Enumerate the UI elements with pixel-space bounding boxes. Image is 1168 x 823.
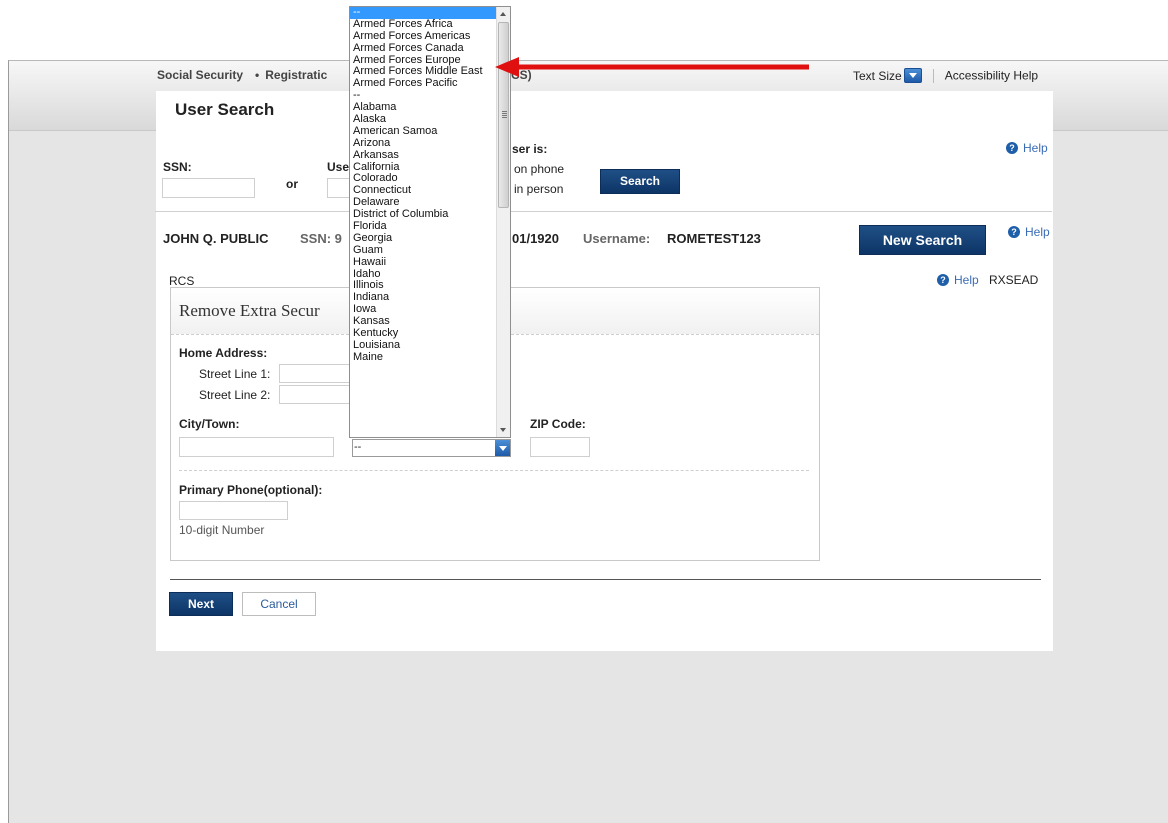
city-input[interactable]: [179, 437, 334, 457]
primary-phone-label: Primary Phone(optional):: [179, 483, 323, 497]
street-line-1-label: Street Line 1:: [199, 367, 271, 381]
state-option[interactable]: Arkansas: [350, 149, 497, 162]
state-select-value: --: [354, 441, 362, 453]
right-nav: Text Size Accessibility Help: [853, 68, 1038, 84]
help-label: Help: [954, 273, 979, 287]
state-option[interactable]: Guam: [350, 244, 497, 257]
scroll-down-icon[interactable]: [497, 423, 510, 437]
text-size-label: Text Size: [853, 68, 902, 83]
street-line-2-label: Street Line 2:: [199, 388, 271, 402]
state-option[interactable]: Maine: [350, 351, 497, 364]
state-option[interactable]: Armed Forces Pacific: [350, 77, 497, 90]
search-help-link[interactable]: ? Help: [1006, 141, 1048, 155]
nav-separator: •: [255, 68, 260, 82]
rcs-label: RCS: [169, 274, 195, 288]
username-label: Use: [327, 160, 350, 174]
ssn-input[interactable]: [162, 178, 255, 198]
state-select[interactable]: --: [352, 439, 511, 457]
help-icon: ?: [1006, 142, 1018, 154]
on-phone-option[interactable]: on phone: [514, 162, 564, 176]
search-button[interactable]: Search: [600, 169, 680, 194]
text-size-dropdown-icon[interactable]: [903, 68, 922, 83]
street-line-1-input[interactable]: [279, 364, 349, 383]
nav-social-security-link[interactable]: Social Security: [157, 68, 243, 82]
grip-icon: [502, 111, 507, 118]
form-title: Remove Extra Secur: [179, 301, 320, 320]
state-option[interactable]: Hawaii: [350, 256, 497, 269]
user-ssn: SSN: 9: [300, 231, 342, 246]
page-title: User Search: [175, 100, 275, 119]
new-search-button[interactable]: New Search: [859, 225, 986, 255]
scrollbar-thumb[interactable]: [498, 22, 509, 208]
accessibility-help-link[interactable]: Accessibility Help: [945, 69, 1038, 83]
street-line-2-input[interactable]: [279, 385, 349, 404]
user-name: JOHN Q. PUBLIC: [163, 231, 269, 246]
cancel-button[interactable]: Cancel: [242, 592, 316, 616]
phone-hint: 10-digit Number: [179, 523, 265, 537]
zip-input[interactable]: [530, 437, 590, 457]
help-icon: ?: [1008, 226, 1020, 238]
state-option[interactable]: Armed Forces Americas: [350, 30, 497, 43]
user-dob: 01/1920: [512, 231, 559, 246]
state-option[interactable]: American Samoa: [350, 125, 497, 138]
rxsead-help-link[interactable]: ? Help: [937, 273, 979, 287]
nav-registration-link[interactable]: Registratic: [265, 68, 327, 82]
state-dropdown-list[interactable]: -- Armed Forces Africa Armed Forces Americ…: [349, 6, 511, 438]
nav-divider: [933, 69, 935, 84]
home-address-label: Home Address:: [179, 346, 268, 360]
form-divider: [179, 470, 809, 471]
user-help-link[interactable]: ? Help: [1008, 225, 1050, 239]
zip-label: ZIP Code:: [530, 417, 586, 431]
red-arrow-annotation: [495, 57, 809, 77]
footer-divider: [170, 579, 1041, 580]
top-nav: Social Security • Registratic: [157, 68, 333, 82]
primary-phone-input[interactable]: [179, 501, 288, 520]
help-label: Help: [1025, 225, 1050, 239]
username-value: ROMETEST123: [667, 231, 761, 246]
divider: [155, 211, 1052, 212]
username-caption: Username:: [583, 231, 651, 246]
text-size-control[interactable]: Text Size: [853, 68, 922, 83]
next-button[interactable]: Next: [169, 592, 233, 616]
ssn-label: SSN:: [163, 160, 192, 174]
state-option[interactable]: Armed Forces Africa: [350, 18, 497, 31]
in-person-option[interactable]: in person: [514, 182, 563, 196]
state-option[interactable]: Arizona: [350, 137, 497, 150]
help-icon: ?: [937, 274, 949, 286]
or-label: or: [286, 177, 298, 191]
chevron-down-icon[interactable]: [495, 440, 510, 456]
state-option[interactable]: Armed Forces Canada: [350, 42, 497, 55]
city-label: City/Town:: [179, 417, 240, 431]
rxsead-code: RXSEAD: [989, 273, 1039, 287]
user-is-label: ser is:: [512, 142, 548, 156]
scroll-up-icon[interactable]: [497, 7, 510, 21]
state-option-list: -- Armed Forces Africa Armed Forces Americ…: [350, 7, 497, 364]
help-label: Help: [1023, 141, 1048, 155]
